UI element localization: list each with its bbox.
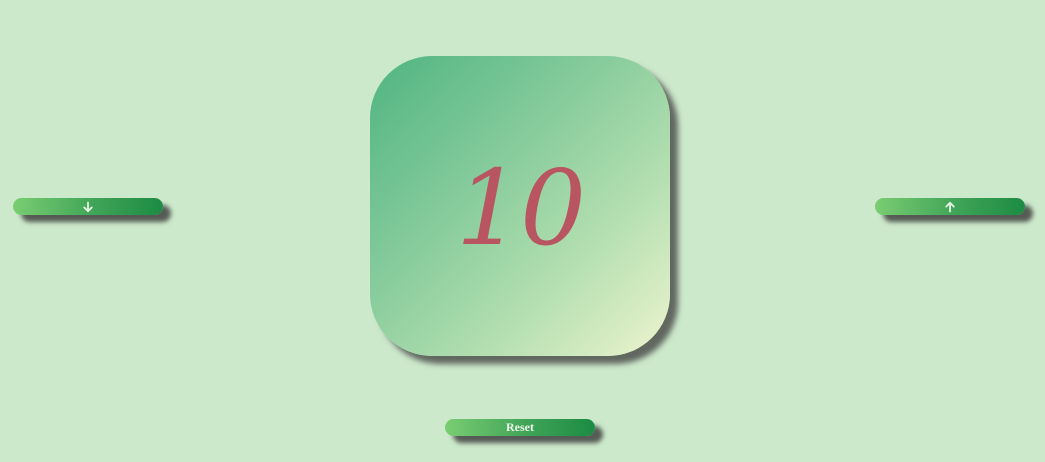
increment-button[interactable]: [875, 198, 1025, 215]
reset-button[interactable]: Reset: [445, 419, 595, 436]
arrow-down-icon: [83, 201, 93, 212]
counter-value: 10: [455, 147, 586, 269]
arrow-up-icon: [945, 201, 955, 212]
counter-display: 10: [370, 56, 670, 356]
decrement-button[interactable]: [13, 198, 163, 215]
